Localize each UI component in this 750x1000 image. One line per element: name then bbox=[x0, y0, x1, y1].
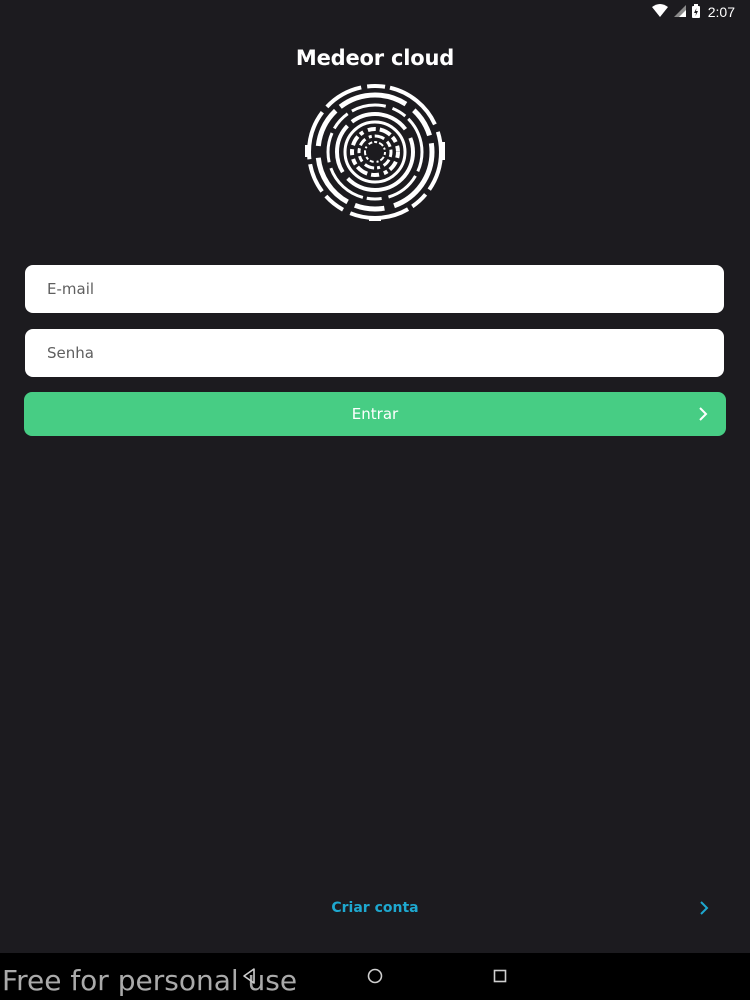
chevron-right-icon bbox=[699, 407, 708, 421]
back-icon[interactable] bbox=[238, 965, 260, 987]
status-time: 2:07 bbox=[707, 4, 735, 20]
navigation-bar bbox=[0, 953, 750, 1000]
signal-icon bbox=[673, 4, 686, 20]
create-account-link[interactable]: Criar conta bbox=[0, 890, 750, 926]
recent-apps-icon[interactable] bbox=[489, 965, 511, 987]
home-icon[interactable] bbox=[364, 965, 386, 987]
login-button-label: Entrar bbox=[351, 405, 399, 423]
login-screen: 2:07 Medeor cloud Entrar Criar conta bbox=[0, 0, 750, 1000]
wifi-icon bbox=[651, 4, 668, 20]
status-bar: 2:07 bbox=[0, 0, 750, 24]
password-field[interactable] bbox=[25, 329, 724, 377]
app-title: Medeor cloud bbox=[295, 46, 455, 70]
create-account-label: Criar conta bbox=[331, 900, 419, 916]
app-logo bbox=[305, 84, 445, 221]
chevron-right-icon bbox=[700, 901, 709, 915]
email-field[interactable] bbox=[25, 265, 724, 313]
login-button[interactable]: Entrar bbox=[24, 392, 726, 436]
battery-charging-icon bbox=[691, 3, 700, 21]
